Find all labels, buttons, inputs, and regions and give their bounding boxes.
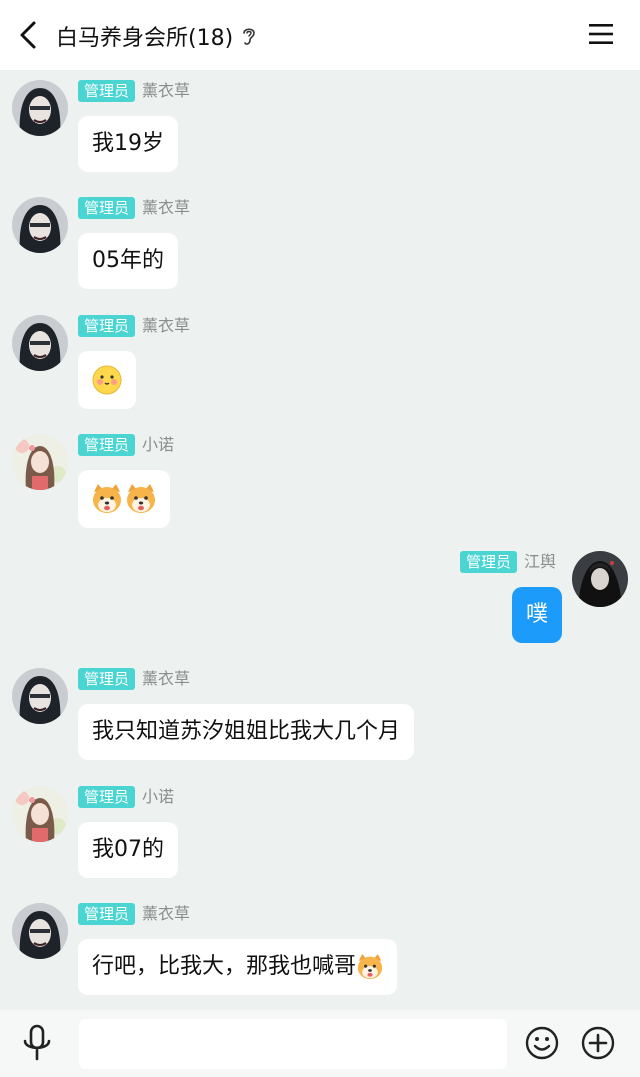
- message-item: 管理员 薰衣草: [0, 315, 640, 425]
- sender-nickname[interactable]: 薰衣草: [142, 668, 190, 690]
- chat-header: 白马养身会所(18): [0, 0, 640, 70]
- avatar[interactable]: [12, 434, 68, 490]
- admin-badge: 管理员: [78, 197, 136, 219]
- sender-nickname[interactable]: 薰衣草: [142, 315, 190, 337]
- message-bubble[interactable]: 行吧，比我大，那我也喊哥: [78, 939, 398, 995]
- avatar[interactable]: [12, 80, 68, 136]
- avatar-dark-cloak: [572, 551, 628, 607]
- avatar[interactable]: [572, 551, 628, 607]
- voice-button[interactable]: [20, 1024, 54, 1062]
- sender-nickname[interactable]: 小诺: [142, 786, 174, 808]
- blush-face-emoji: [92, 365, 122, 395]
- sender-nickname[interactable]: 江舆: [524, 551, 556, 573]
- admin-badge: 管理员: [78, 80, 136, 102]
- admin-badge: 管理员: [78, 786, 136, 808]
- message-bubble[interactable]: [78, 351, 136, 409]
- message-bubble[interactable]: [78, 470, 170, 528]
- shiba-dog-emoji: [93, 484, 155, 513]
- back-button[interactable]: [14, 18, 42, 52]
- avatar-dark-hair-girl: [12, 668, 68, 724]
- message-text: 行吧，比我大，那我也喊哥: [92, 954, 357, 979]
- emoji-button[interactable]: [525, 1026, 559, 1060]
- microphone-icon: [23, 1024, 51, 1061]
- sender-nickname[interactable]: 薰衣草: [142, 80, 190, 102]
- admin-badge: 管理员: [78, 434, 136, 456]
- message-meta: 管理员 薰衣草: [78, 315, 190, 337]
- message-meta: 管理员 小诺: [78, 786, 174, 808]
- smiley-icon: [525, 1026, 559, 1060]
- avatar-flower-girl: [12, 786, 68, 842]
- avatar-flower-girl: [12, 434, 68, 490]
- avatar[interactable]: [12, 197, 68, 253]
- message-bubble[interactable]: 我只知道苏汐姐姐比我大几个月: [78, 704, 415, 760]
- avatar-dark-hair-girl: [12, 80, 68, 136]
- sender-nickname[interactable]: 薰衣草: [142, 903, 190, 925]
- sender-nickname[interactable]: 薰衣草: [142, 197, 190, 219]
- menu-button[interactable]: [588, 22, 614, 46]
- admin-badge: 管理员: [78, 668, 136, 690]
- message-meta: 管理员 薰衣草: [78, 197, 190, 219]
- message-item: 管理员 薰衣草 我只知道苏汐姐姐比我大几个月: [0, 668, 640, 778]
- message-meta: 管理员 薰衣草: [78, 903, 190, 925]
- sender-nickname[interactable]: 小诺: [142, 434, 174, 456]
- message-meta: 管理员 薰衣草: [78, 80, 190, 102]
- avatar[interactable]: [12, 315, 68, 371]
- message-item: 管理员 薰衣草 05年的: [0, 197, 640, 307]
- message-item: 管理员 薰衣草 行吧，比我大，那我也喊哥: [0, 903, 640, 1013]
- message-bubble[interactable]: 我07的: [78, 822, 178, 878]
- message-item-self: 管理员 江舆 噗: [0, 551, 640, 661]
- message-meta: 管理员 小诺: [78, 434, 174, 456]
- chevron-left-icon: [20, 21, 36, 49]
- message-input[interactable]: [79, 1019, 507, 1069]
- avatar[interactable]: [12, 668, 68, 724]
- message-bubble[interactable]: 05年的: [78, 233, 178, 289]
- message-meta: 管理员 江舆: [459, 551, 556, 573]
- message-bubble[interactable]: 我19岁: [78, 116, 178, 172]
- message-item: 管理员 小诺: [0, 434, 640, 544]
- avatar[interactable]: [12, 903, 68, 959]
- admin-badge: 管理员: [78, 315, 136, 337]
- message-item: 管理员 小诺 我07的: [0, 786, 640, 896]
- avatar-dark-hair-girl: [12, 903, 68, 959]
- avatar-dark-hair-girl: [12, 197, 68, 253]
- admin-badge: 管理员: [459, 551, 517, 573]
- plus-circle-icon: [581, 1026, 615, 1060]
- message-meta: 管理员 薰衣草: [78, 668, 190, 690]
- input-bar: [0, 1010, 640, 1077]
- group-title[interactable]: 白马养身会所(18): [56, 20, 257, 52]
- avatar[interactable]: [12, 786, 68, 842]
- more-button[interactable]: [581, 1026, 615, 1060]
- ear-icon[interactable]: [241, 25, 257, 47]
- message-bubble[interactable]: 噗: [511, 587, 562, 643]
- message-list[interactable]: 管理员 薰衣草 我19岁 管理员 薰衣草 05年的 管理员 薰衣草 管理员 小诺…: [0, 70, 640, 1010]
- group-title-text: 白马养身会所(18): [56, 26, 234, 51]
- shiba-dog-emoji: [357, 954, 383, 980]
- avatar-dark-hair-girl: [12, 315, 68, 371]
- admin-badge: 管理员: [78, 903, 136, 925]
- hamburger-menu-icon: [589, 24, 613, 44]
- message-item: 管理员 薰衣草 我19岁: [0, 80, 640, 190]
